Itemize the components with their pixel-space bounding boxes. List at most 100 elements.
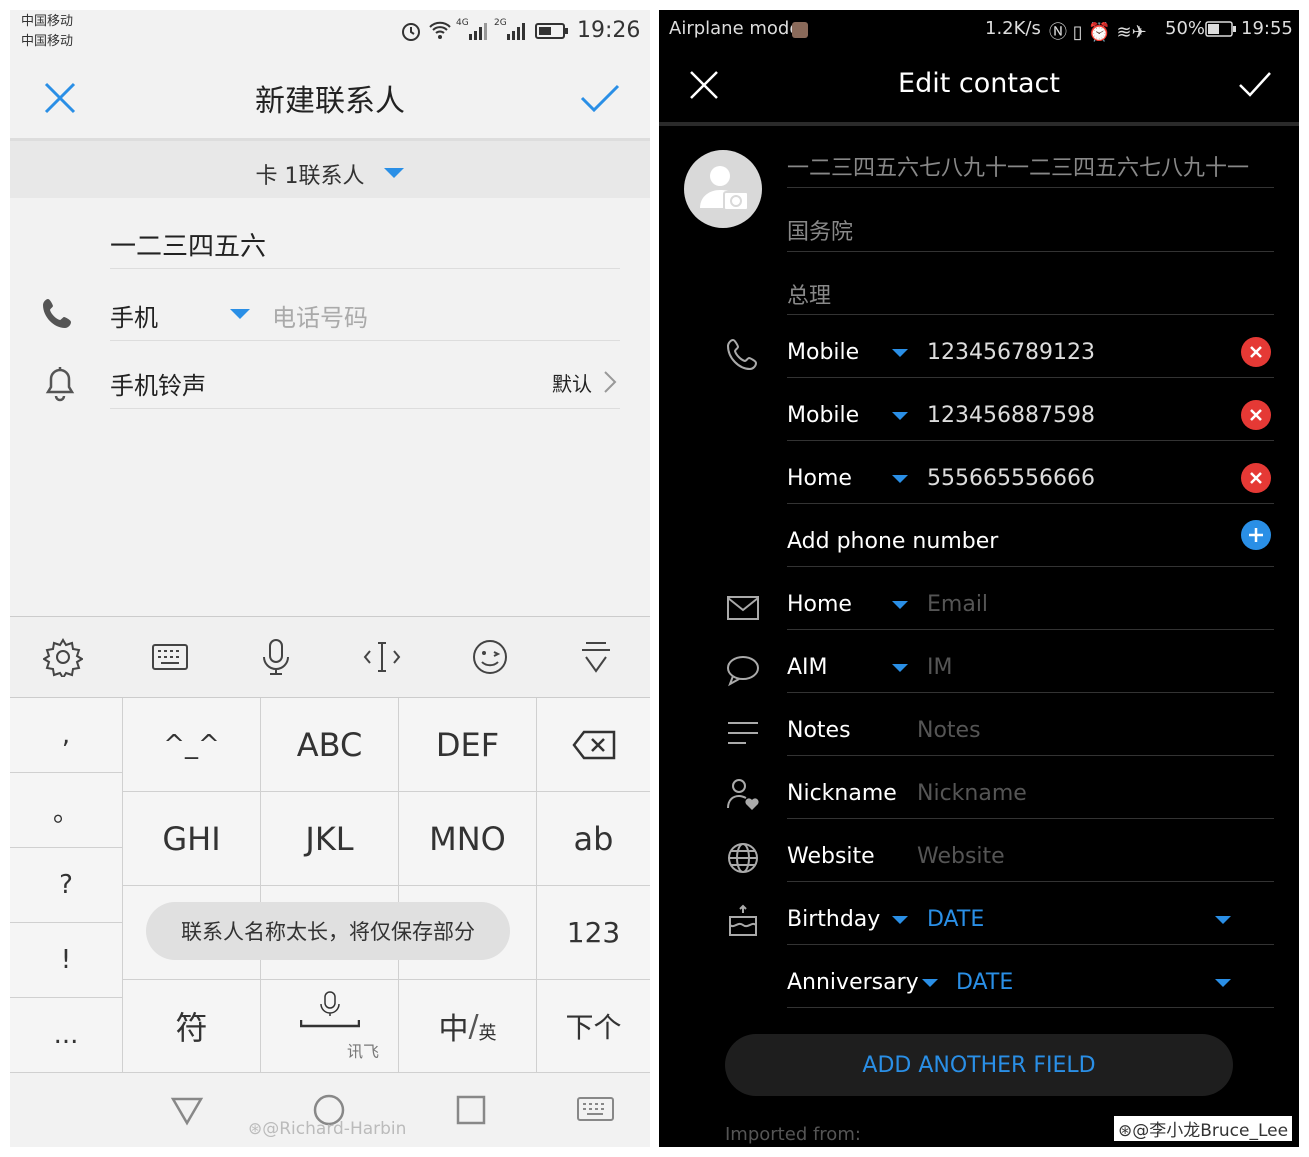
keyboard-nav-button[interactable] bbox=[576, 1095, 616, 1125]
nfc-icon: Ⓝ bbox=[1049, 22, 1067, 43]
notes-input[interactable]: Notes bbox=[917, 718, 981, 743]
vibrate-icon: ▯ bbox=[1072, 22, 1083, 43]
remove-phone-button[interactable] bbox=[1241, 337, 1271, 367]
chevron-down-icon bbox=[892, 916, 908, 924]
key-emoticon[interactable]: ^_^ bbox=[123, 698, 261, 792]
settings-icon[interactable] bbox=[42, 637, 84, 680]
ringtone-label[interactable]: 手机铃声 bbox=[110, 366, 206, 401]
page-title: Edit contact bbox=[898, 68, 1060, 99]
website-input[interactable]: Website bbox=[917, 844, 1005, 869]
im-type-select[interactable]: AIM bbox=[787, 655, 828, 680]
key-mno[interactable]: MNO bbox=[399, 792, 537, 886]
chevron-down-icon bbox=[922, 979, 938, 987]
anniversary-date-button[interactable]: DATE bbox=[956, 970, 1013, 995]
backspace-button[interactable] bbox=[537, 698, 650, 792]
net-type-2: 2G bbox=[494, 18, 507, 28]
carrier-1: 中国移动 bbox=[21, 14, 74, 29]
signal-icon bbox=[468, 22, 490, 40]
key-symbols[interactable]: 符 bbox=[123, 980, 261, 1073]
key-123[interactable]: 123 bbox=[537, 886, 650, 980]
next-key[interactable]: 下个 bbox=[537, 980, 650, 1073]
chevron-down-icon bbox=[892, 412, 908, 420]
wifi-icon: ≋ bbox=[1116, 22, 1132, 43]
avatar[interactable] bbox=[684, 150, 762, 228]
battery-percent: 50% bbox=[1165, 18, 1206, 39]
left-screen: 中国移动 中国移动 4G 2G 19:26 新建联系人 卡 1联系人 一二三四五… bbox=[10, 10, 650, 1147]
add-photo-icon bbox=[700, 166, 749, 211]
remove-phone-button[interactable] bbox=[1241, 463, 1271, 493]
microphone-icon[interactable] bbox=[256, 637, 296, 677]
key-abc[interactable]: ABC bbox=[261, 698, 399, 792]
ringtone-value[interactable]: 默认 bbox=[552, 368, 592, 397]
anniversary-label[interactable]: Anniversary bbox=[787, 970, 919, 995]
carrier-2: 中国移动 bbox=[21, 34, 74, 49]
emoji-icon[interactable] bbox=[470, 637, 510, 677]
phone-type-select[interactable]: Home bbox=[787, 466, 852, 491]
cake-icon bbox=[725, 903, 761, 939]
key-exclaim[interactable]: ! bbox=[10, 923, 123, 998]
nickname-input[interactable]: Nickname bbox=[917, 781, 1027, 806]
check-icon bbox=[580, 84, 620, 113]
collapse-keyboard-icon[interactable] bbox=[576, 637, 616, 677]
back-nav-button[interactable] bbox=[170, 1093, 204, 1127]
name-input[interactable]: 一二三四五六 bbox=[110, 226, 266, 263]
language-switch-key[interactable]: 中 / 英 bbox=[399, 980, 537, 1073]
signal-icon-2 bbox=[506, 22, 528, 40]
remove-phone-button[interactable] bbox=[1241, 400, 1271, 430]
phone-number-input[interactable]: 电话号码 bbox=[272, 298, 368, 333]
cursor-move-icon[interactable] bbox=[362, 637, 402, 677]
name-input[interactable]: 一二三四五六七八九十一二三四五六七八九十一 bbox=[787, 150, 1274, 182]
key-jkl[interactable]: JKL bbox=[261, 792, 399, 886]
account-selector[interactable]: 卡 1联系人 bbox=[10, 138, 650, 198]
birthday-label[interactable]: Birthday bbox=[787, 907, 880, 932]
email-input[interactable]: Email bbox=[927, 592, 988, 617]
key-comma[interactable]: , bbox=[10, 698, 123, 773]
key-ab[interactable]: ab bbox=[537, 792, 650, 886]
key-question[interactable]: ? bbox=[10, 848, 123, 923]
key-ghi[interactable]: GHI bbox=[123, 792, 261, 886]
email-icon bbox=[725, 590, 761, 626]
company-input[interactable]: 国务院 bbox=[787, 214, 853, 246]
net-type-1: 4G bbox=[456, 18, 469, 28]
add-another-field-button[interactable]: ADD ANOTHER FIELD bbox=[725, 1034, 1233, 1096]
birthday-date-button[interactable]: DATE bbox=[927, 907, 984, 932]
phone-type-select[interactable]: 手机 bbox=[110, 298, 158, 333]
chevron-right-icon bbox=[602, 370, 618, 394]
space-key[interactable]: 讯飞 bbox=[261, 980, 399, 1073]
network-speed: 1.2K/s bbox=[985, 18, 1041, 39]
close-icon bbox=[1250, 346, 1262, 358]
form-area bbox=[10, 198, 650, 616]
close-icon bbox=[1250, 472, 1262, 484]
im-input[interactable]: IM bbox=[927, 655, 952, 680]
phone-icon bbox=[725, 336, 761, 372]
recents-nav-button[interactable] bbox=[454, 1093, 488, 1127]
lang-sub: 英 bbox=[478, 1023, 497, 1044]
job-title-input[interactable]: 总理 bbox=[787, 278, 831, 310]
save-button[interactable] bbox=[1237, 68, 1273, 102]
chevron-down-icon bbox=[892, 664, 908, 672]
save-button[interactable] bbox=[578, 78, 622, 118]
phone-number-input[interactable]: 123456789123 bbox=[927, 340, 1095, 365]
key-def[interactable]: DEF bbox=[399, 698, 537, 792]
phone-type-select[interactable]: Mobile bbox=[787, 403, 859, 428]
plus-icon bbox=[1249, 528, 1263, 542]
keyboard: , 。 ? ! ... ^_^ ABC DEF GHI JKL MNO ab 1… bbox=[10, 698, 650, 1073]
keyboard-icon[interactable] bbox=[150, 637, 190, 677]
chevron-down-icon bbox=[892, 601, 908, 609]
app-notification-icon bbox=[792, 22, 808, 38]
phone-type-select[interactable]: Mobile bbox=[787, 340, 859, 365]
add-phone-icon-button[interactable] bbox=[1241, 520, 1271, 550]
voice-provider-label: 讯飞 bbox=[347, 1042, 380, 1061]
microphone-icon bbox=[300, 991, 360, 1028]
add-phone-button[interactable]: Add phone number bbox=[787, 529, 998, 554]
website-label: Website bbox=[787, 844, 875, 869]
phone-number-input[interactable]: 555665556666 bbox=[927, 466, 1095, 491]
airplane-icon: ✈ bbox=[1131, 22, 1147, 43]
key-period[interactable]: 。 bbox=[10, 773, 123, 848]
email-type-select[interactable]: Home bbox=[787, 592, 852, 617]
battery-icon bbox=[1205, 21, 1237, 37]
phone-number-input[interactable]: 123456887598 bbox=[927, 403, 1095, 428]
chevron-down-icon bbox=[230, 309, 250, 319]
keyboard-icon bbox=[577, 1097, 614, 1121]
key-ellipsis[interactable]: ... bbox=[10, 998, 123, 1073]
